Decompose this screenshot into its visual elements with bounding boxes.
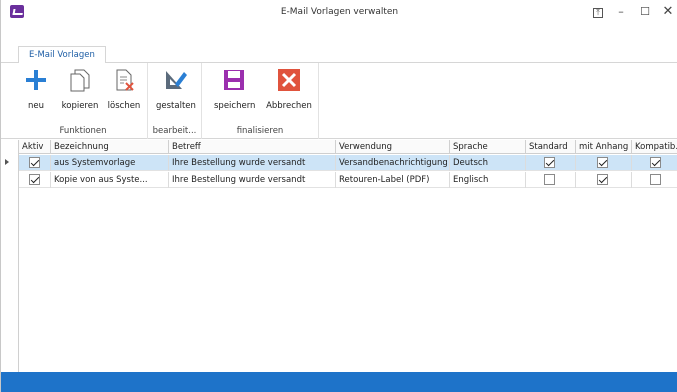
- column-header-aktiv[interactable]: Aktiv: [19, 140, 51, 154]
- table-row[interactable]: Kopie von aus Syste... Ihre Bestellung w…: [19, 172, 677, 188]
- new-button-label: neu: [27, 101, 44, 111]
- cell-kompatibel: [632, 172, 677, 188]
- group-funktionen: neu kopieren löschen Funktionen: [19, 63, 148, 139]
- checkbox-kompatibel[interactable]: [650, 157, 661, 168]
- group-funktionen-label: Funktionen: [59, 126, 107, 136]
- grid-header: Aktiv Bezeichnung Betreff Verwendung Spr…: [19, 140, 677, 154]
- cell-aktiv: [19, 172, 51, 188]
- cell-standard: [526, 155, 576, 171]
- maximize-button[interactable]: ☐: [636, 3, 654, 21]
- column-header-standard[interactable]: Standard: [526, 140, 576, 154]
- group-finalisieren: speichern Abbrechen finalisieren: [202, 63, 319, 139]
- delete-document-icon: [116, 69, 134, 91]
- title-bar: E-Mail Vorlagen verwalten ⤒ – ☐ ✕: [1, 0, 677, 28]
- row-header-column: [1, 140, 19, 372]
- pin-icon: ⤒: [593, 8, 603, 18]
- cell-standard: [526, 172, 576, 188]
- delete-button-label: löschen: [107, 101, 141, 111]
- checkbox-standard[interactable]: [544, 157, 555, 168]
- checkbox-kompatibel[interactable]: [650, 174, 661, 185]
- ribbon: neu kopieren löschen Funktionen gestalte…: [1, 63, 677, 139]
- cell-sprache[interactable]: Deutsch: [450, 155, 526, 171]
- cancel-icon: [278, 69, 300, 91]
- save-button-label: speichern: [214, 101, 256, 111]
- copy-button[interactable]: kopieren: [60, 67, 100, 111]
- checkbox-mit-anhang[interactable]: [597, 157, 608, 168]
- column-header-kompatibel[interactable]: Kompatib...: [632, 140, 677, 154]
- delete-button[interactable]: löschen: [107, 67, 141, 111]
- copy-button-label: kopieren: [61, 101, 99, 111]
- cell-verwendung[interactable]: Retouren-Label (PDF): [336, 172, 450, 188]
- checkbox-aktiv[interactable]: [29, 174, 40, 185]
- save-button[interactable]: speichern: [214, 67, 256, 111]
- column-header-mit-anhang[interactable]: mit Anhang: [576, 140, 632, 154]
- row-indicator-icon: [5, 159, 9, 165]
- cell-betreff[interactable]: Ihre Bestellung wurde versandt: [169, 155, 336, 171]
- status-bar: [1, 372, 677, 392]
- checkbox-standard[interactable]: [544, 174, 555, 185]
- cell-mit-anhang: [576, 172, 632, 188]
- checkbox-mit-anhang[interactable]: [597, 174, 608, 185]
- email-templates-window: E-Mail Vorlagen verwalten ⤒ – ☐ ✕ E-Mail…: [0, 0, 677, 392]
- copy-icon: [70, 69, 90, 92]
- cell-mit-anhang: [576, 155, 632, 171]
- design-button-label: gestalten: [156, 101, 196, 111]
- cell-aktiv: [19, 155, 51, 171]
- cell-verwendung[interactable]: Versandbenachrichtigung: [336, 155, 450, 171]
- column-header-bezeichnung[interactable]: Bezeichnung: [51, 140, 169, 154]
- tab-email-vorlagen[interactable]: E-Mail Vorlagen: [18, 46, 106, 64]
- close-button[interactable]: ✕: [659, 3, 677, 21]
- cancel-button-label: Abbrechen: [266, 101, 312, 111]
- group-bearbeiten: gestalten bearbeit...: [148, 63, 202, 139]
- cell-kompatibel: [632, 155, 677, 171]
- plus-icon: [26, 70, 46, 90]
- window-title: E-Mail Vorlagen verwalten: [280, 7, 399, 17]
- templates-grid: Aktiv Bezeichnung Betreff Verwendung Spr…: [5, 140, 677, 372]
- column-header-betreff[interactable]: Betreff: [169, 140, 336, 154]
- cell-bezeichnung[interactable]: aus Systemvorlage: [51, 155, 169, 171]
- design-icon: [166, 71, 187, 89]
- design-button[interactable]: gestalten: [156, 67, 196, 111]
- cancel-button[interactable]: Abbrechen: [266, 67, 312, 111]
- pin-button[interactable]: ⤒: [589, 3, 607, 21]
- new-button[interactable]: neu: [23, 67, 49, 111]
- cell-betreff[interactable]: Ihre Bestellung wurde versandt: [169, 172, 336, 188]
- cell-bezeichnung[interactable]: Kopie von aus Syste...: [51, 172, 169, 188]
- group-finalisieren-label: finalisieren: [236, 126, 284, 136]
- save-icon: [224, 70, 244, 90]
- table-row[interactable]: aus Systemvorlage Ihre Bestellung wurde …: [5, 155, 677, 171]
- ribbon-tab-row: E-Mail Vorlagen: [1, 46, 677, 64]
- column-header-verwendung[interactable]: Verwendung: [336, 140, 450, 154]
- checkbox-aktiv[interactable]: [29, 157, 40, 168]
- column-header-sprache[interactable]: Sprache: [450, 140, 526, 154]
- group-bearbeiten-label: bearbeit...: [152, 126, 197, 136]
- cell-sprache[interactable]: Englisch: [450, 172, 526, 188]
- minimize-button[interactable]: –: [612, 3, 630, 21]
